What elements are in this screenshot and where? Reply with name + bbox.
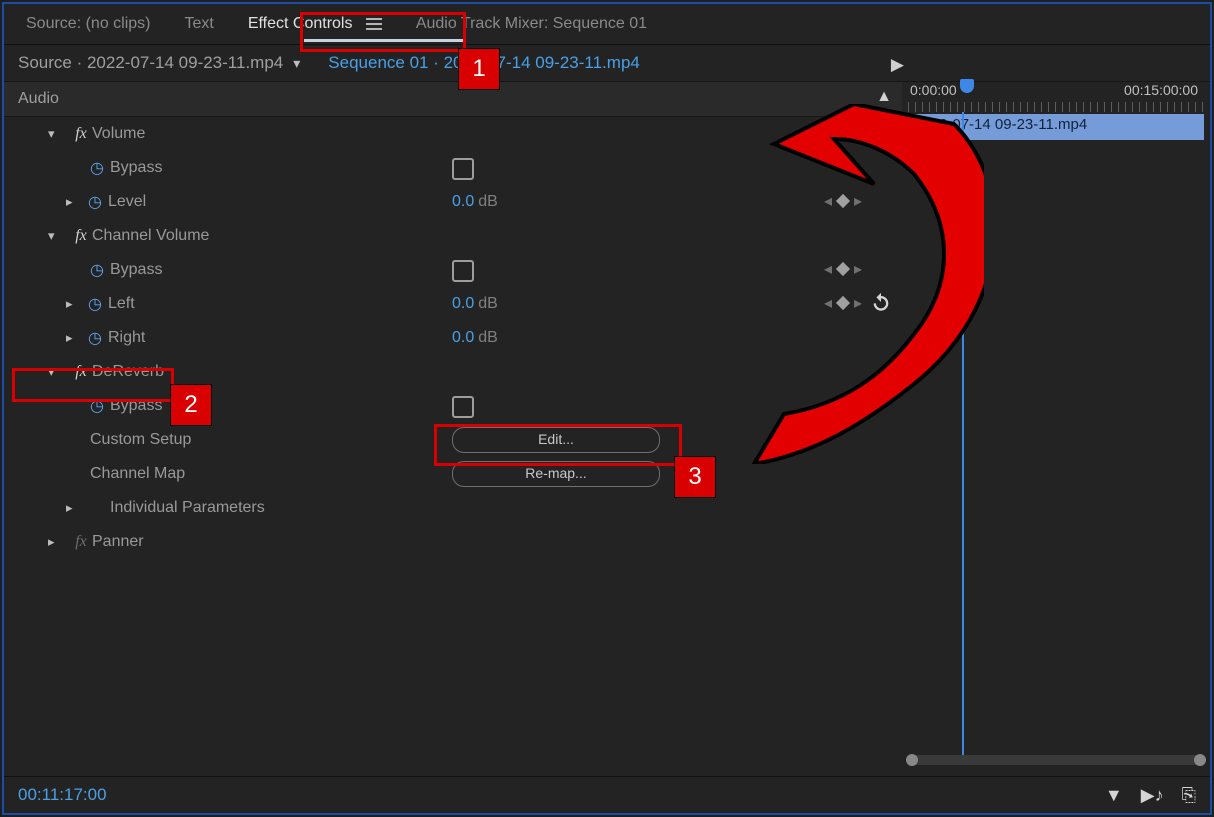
keyframe-nav[interactable]: ◂▸ [824, 259, 862, 279]
collapse-up-icon[interactable]: ▲ [876, 88, 892, 106]
effects-panel: Audio ▲ ▾ fx Volume ◷ Bypass ▸ ◷ Level 0… [4, 82, 902, 559]
chevron-down-icon[interactable]: ▾ [293, 55, 300, 72]
chevron-down-icon[interactable]: ▾ [48, 228, 70, 244]
value-level[interactable]: 0.0dB [452, 193, 498, 211]
ruler-tick-end: 00:15:00:00 [1124, 82, 1198, 98]
effect-name: Channel Volume [92, 227, 209, 245]
param-volume-level[interactable]: ▸ ◷ Level 0.0dB ◂▸ [4, 185, 902, 219]
fx-badge-icon[interactable]: fx [70, 227, 92, 245]
effect-panner[interactable]: ▸ fx Panner [4, 525, 902, 559]
annotation-box-3 [434, 424, 682, 466]
clip-bar[interactable]: 2022-07-14 09-23-11.mp4 [908, 114, 1204, 140]
ruler-tick-start: 0:00:00 [910, 82, 957, 98]
annotation-label-1: 1 [458, 48, 500, 90]
panel-tab-bar: Source: (no clips) Text Effect Controls … [4, 4, 1210, 45]
value-left[interactable]: 0.0dB [452, 295, 498, 313]
param-chvol-bypass[interactable]: ◷ Bypass ◂▸ [4, 253, 902, 287]
param-chvol-left[interactable]: ▸ ◷ Left 0.0dB ◂▸ [4, 287, 902, 321]
stopwatch-icon[interactable]: ◷ [88, 328, 102, 348]
reset-icon[interactable] [870, 291, 892, 313]
stopwatch-icon[interactable]: ◷ [88, 192, 102, 212]
checkbox[interactable] [452, 260, 474, 282]
ruler-ticks [908, 102, 1204, 112]
reset-icon[interactable] [870, 121, 892, 143]
playhead-line [962, 112, 964, 756]
source-header: Source · 2022-07-14 09-23-11.mp4 ▾ Seque… [4, 45, 1210, 82]
timecode-display[interactable]: 00:11:17:00 [18, 785, 107, 805]
keyframe-diamond-icon[interactable] [836, 296, 850, 310]
stopwatch-icon[interactable]: ◷ [90, 260, 104, 280]
tab-text[interactable]: Text [177, 9, 222, 39]
keyframe-nav[interactable]: ◂▸ [824, 191, 862, 211]
fx-badge-icon[interactable]: fx [70, 125, 92, 143]
fx-badge-icon[interactable]: fx [70, 533, 92, 551]
panel-footer: 00:11:17:00 ▼ ▶♪ ⎘ [4, 776, 1210, 813]
filter-icon[interactable]: ▼ [1105, 785, 1123, 806]
tab-source[interactable]: Source: (no clips) [18, 9, 159, 39]
keyframe-diamond-icon[interactable] [836, 262, 850, 276]
chevron-right-icon[interactable]: ▸ [66, 500, 88, 516]
stopwatch-icon[interactable]: ◷ [90, 158, 104, 178]
param-volume-bypass[interactable]: ◷ Bypass [4, 151, 902, 185]
section-label: Audio [18, 90, 59, 108]
keyframe-diamond-icon[interactable] [836, 194, 850, 208]
keyframe-nav[interactable]: ◂▸ [824, 293, 862, 313]
effect-volume[interactable]: ▾ fx Volume [4, 117, 902, 151]
export-icon[interactable]: ⎘ [1182, 785, 1196, 806]
chevron-down-icon[interactable]: ▾ [48, 126, 70, 142]
effect-channel-volume[interactable]: ▾ fx Channel Volume [4, 219, 902, 253]
chevron-right-icon[interactable]: ▸ [66, 296, 88, 312]
chevron-right-icon[interactable]: ▸ [66, 194, 88, 210]
annotation-box-1 [300, 12, 466, 52]
effect-name: Volume [92, 125, 145, 143]
playhead-handle[interactable] [960, 79, 974, 93]
param-individual[interactable]: ▸ Individual Parameters [4, 491, 902, 525]
chevron-right-icon[interactable]: ▸ [48, 534, 70, 550]
annotation-label-2: 2 [170, 384, 212, 426]
checkbox[interactable] [452, 396, 474, 418]
effect-name: Panner [92, 533, 144, 551]
section-header-audio[interactable]: Audio ▲ [4, 82, 902, 117]
chevron-right-icon[interactable]: ▸ [66, 330, 88, 346]
timeline-ruler[interactable]: 0:00:00 00:15:00:00 [908, 82, 1204, 112]
value-right[interactable]: 0.0dB [452, 329, 498, 347]
skip-icon[interactable]: ▶♪ [1141, 785, 1164, 806]
source-clip-label: Source · 2022-07-14 09-23-11.mp4 [18, 53, 283, 73]
param-chvol-right[interactable]: ▸ ◷ Right 0.0dB [4, 321, 902, 355]
stopwatch-icon[interactable]: ◷ [88, 294, 102, 314]
annotation-box-2 [12, 368, 174, 402]
play-icon[interactable]: ▶ [891, 55, 904, 75]
timeline-scrollbar[interactable] [908, 755, 1204, 765]
annotation-label-3: 3 [674, 456, 716, 498]
checkbox[interactable] [452, 158, 474, 180]
